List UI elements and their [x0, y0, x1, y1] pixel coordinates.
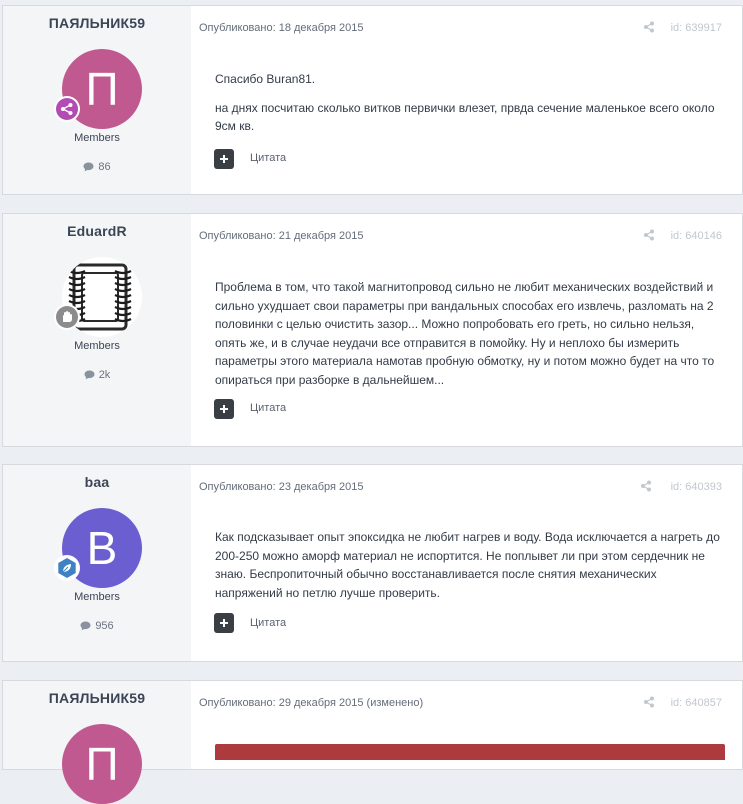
multiquote-button[interactable]	[214, 399, 234, 419]
post-count: 956	[3, 620, 191, 632]
post-count: 86	[3, 161, 191, 173]
quote-button[interactable]: Цитата	[250, 617, 286, 629]
member-group: Members	[74, 591, 120, 603]
forum-post: ПАЯЛЬНИК59 П Members 86 Опубликовано: 18…	[2, 5, 743, 195]
post-count-value: 86	[98, 161, 111, 173]
post-count-value: 2k	[98, 369, 111, 381]
avatar-letter: П	[85, 63, 119, 115]
post-count-value: 956	[95, 620, 114, 632]
forum-post: ПАЯЛЬНИК59 П Опубликовано: 29 декабря 20…	[2, 680, 743, 804]
author-name[interactable]: baa	[3, 474, 191, 490]
plus-icon	[220, 155, 228, 163]
avatar[interactable]: П	[62, 724, 142, 804]
author-panel: ПАЯЛЬНИК59 П Members 86	[3, 6, 191, 194]
quote-button[interactable]: Цитата	[250, 402, 286, 414]
plus-icon	[220, 405, 228, 413]
multiquote-button[interactable]	[214, 613, 234, 633]
share-icon[interactable]	[643, 696, 655, 708]
leaf-icon	[58, 558, 76, 578]
comment-icon	[84, 370, 95, 380]
author-panel: baa B Members 956	[3, 465, 191, 661]
share-nodes-icon	[56, 98, 78, 120]
post-id[interactable]: id: 640146	[671, 230, 722, 242]
share-icon[interactable]	[643, 229, 655, 241]
comment-icon	[80, 621, 91, 631]
forum-post: EduardR Members 2k Опубликовано: 21 дека…	[2, 213, 743, 447]
published-date[interactable]: Опубликовано: 23 декабря 2015	[199, 481, 363, 493]
member-group: Members	[74, 132, 120, 144]
published-date[interactable]: Опубликовано: 29 декабря 2015 (изменено)	[199, 697, 423, 709]
post-paragraph: Как подсказывает опыт эпоксидка не любит…	[215, 530, 720, 600]
avatar-letter: B	[86, 522, 118, 574]
share-icon[interactable]	[643, 21, 655, 33]
rank-badge	[54, 304, 80, 330]
post-paragraph: на днях посчитаю сколько витков первички…	[215, 100, 715, 134]
author-name[interactable]: ПАЯЛЬНИК59	[3, 690, 191, 706]
author-panel: EduardR Members 2k	[3, 214, 191, 446]
share-icon[interactable]	[640, 480, 652, 492]
author-panel: ПАЯЛЬНИК59 П	[3, 681, 191, 804]
post-id[interactable]: id: 639917	[671, 22, 722, 34]
attachment-header	[215, 744, 725, 760]
author-name[interactable]: EduardR	[3, 223, 191, 239]
member-group: Members	[74, 340, 120, 352]
post-content: Проблема в том, что такой магнитопровод …	[215, 278, 725, 389]
plus-icon	[220, 619, 228, 627]
quote-button[interactable]: Цитата	[250, 152, 286, 164]
avatar-letter: П	[85, 738, 119, 790]
post-content: Как подсказывает опыт эпоксидка не любит…	[215, 528, 725, 602]
post-count: 2k	[3, 369, 191, 381]
post-id[interactable]: id: 640393	[671, 481, 722, 493]
published-date[interactable]: Опубликовано: 18 декабря 2015	[199, 22, 363, 34]
comment-icon	[83, 162, 94, 172]
author-name[interactable]: ПАЯЛЬНИК59	[3, 15, 191, 31]
hand-icon	[56, 306, 78, 328]
published-date[interactable]: Опубликовано: 21 декабря 2015	[199, 230, 363, 242]
multiquote-button[interactable]	[214, 149, 234, 169]
forum-post: baa B Members 956 Опубликовано: 23 декаб…	[2, 464, 743, 662]
post-paragraph: Спасибо Buran81.	[215, 72, 316, 86]
rank-badge	[54, 96, 80, 122]
post-content: Спасибо Buran81. на днях посчитаю скольк…	[215, 70, 725, 136]
rank-badge	[54, 555, 80, 581]
post-paragraph: Проблема в том, что такой магнитопровод …	[215, 280, 715, 387]
post-id[interactable]: id: 640857	[671, 697, 722, 709]
